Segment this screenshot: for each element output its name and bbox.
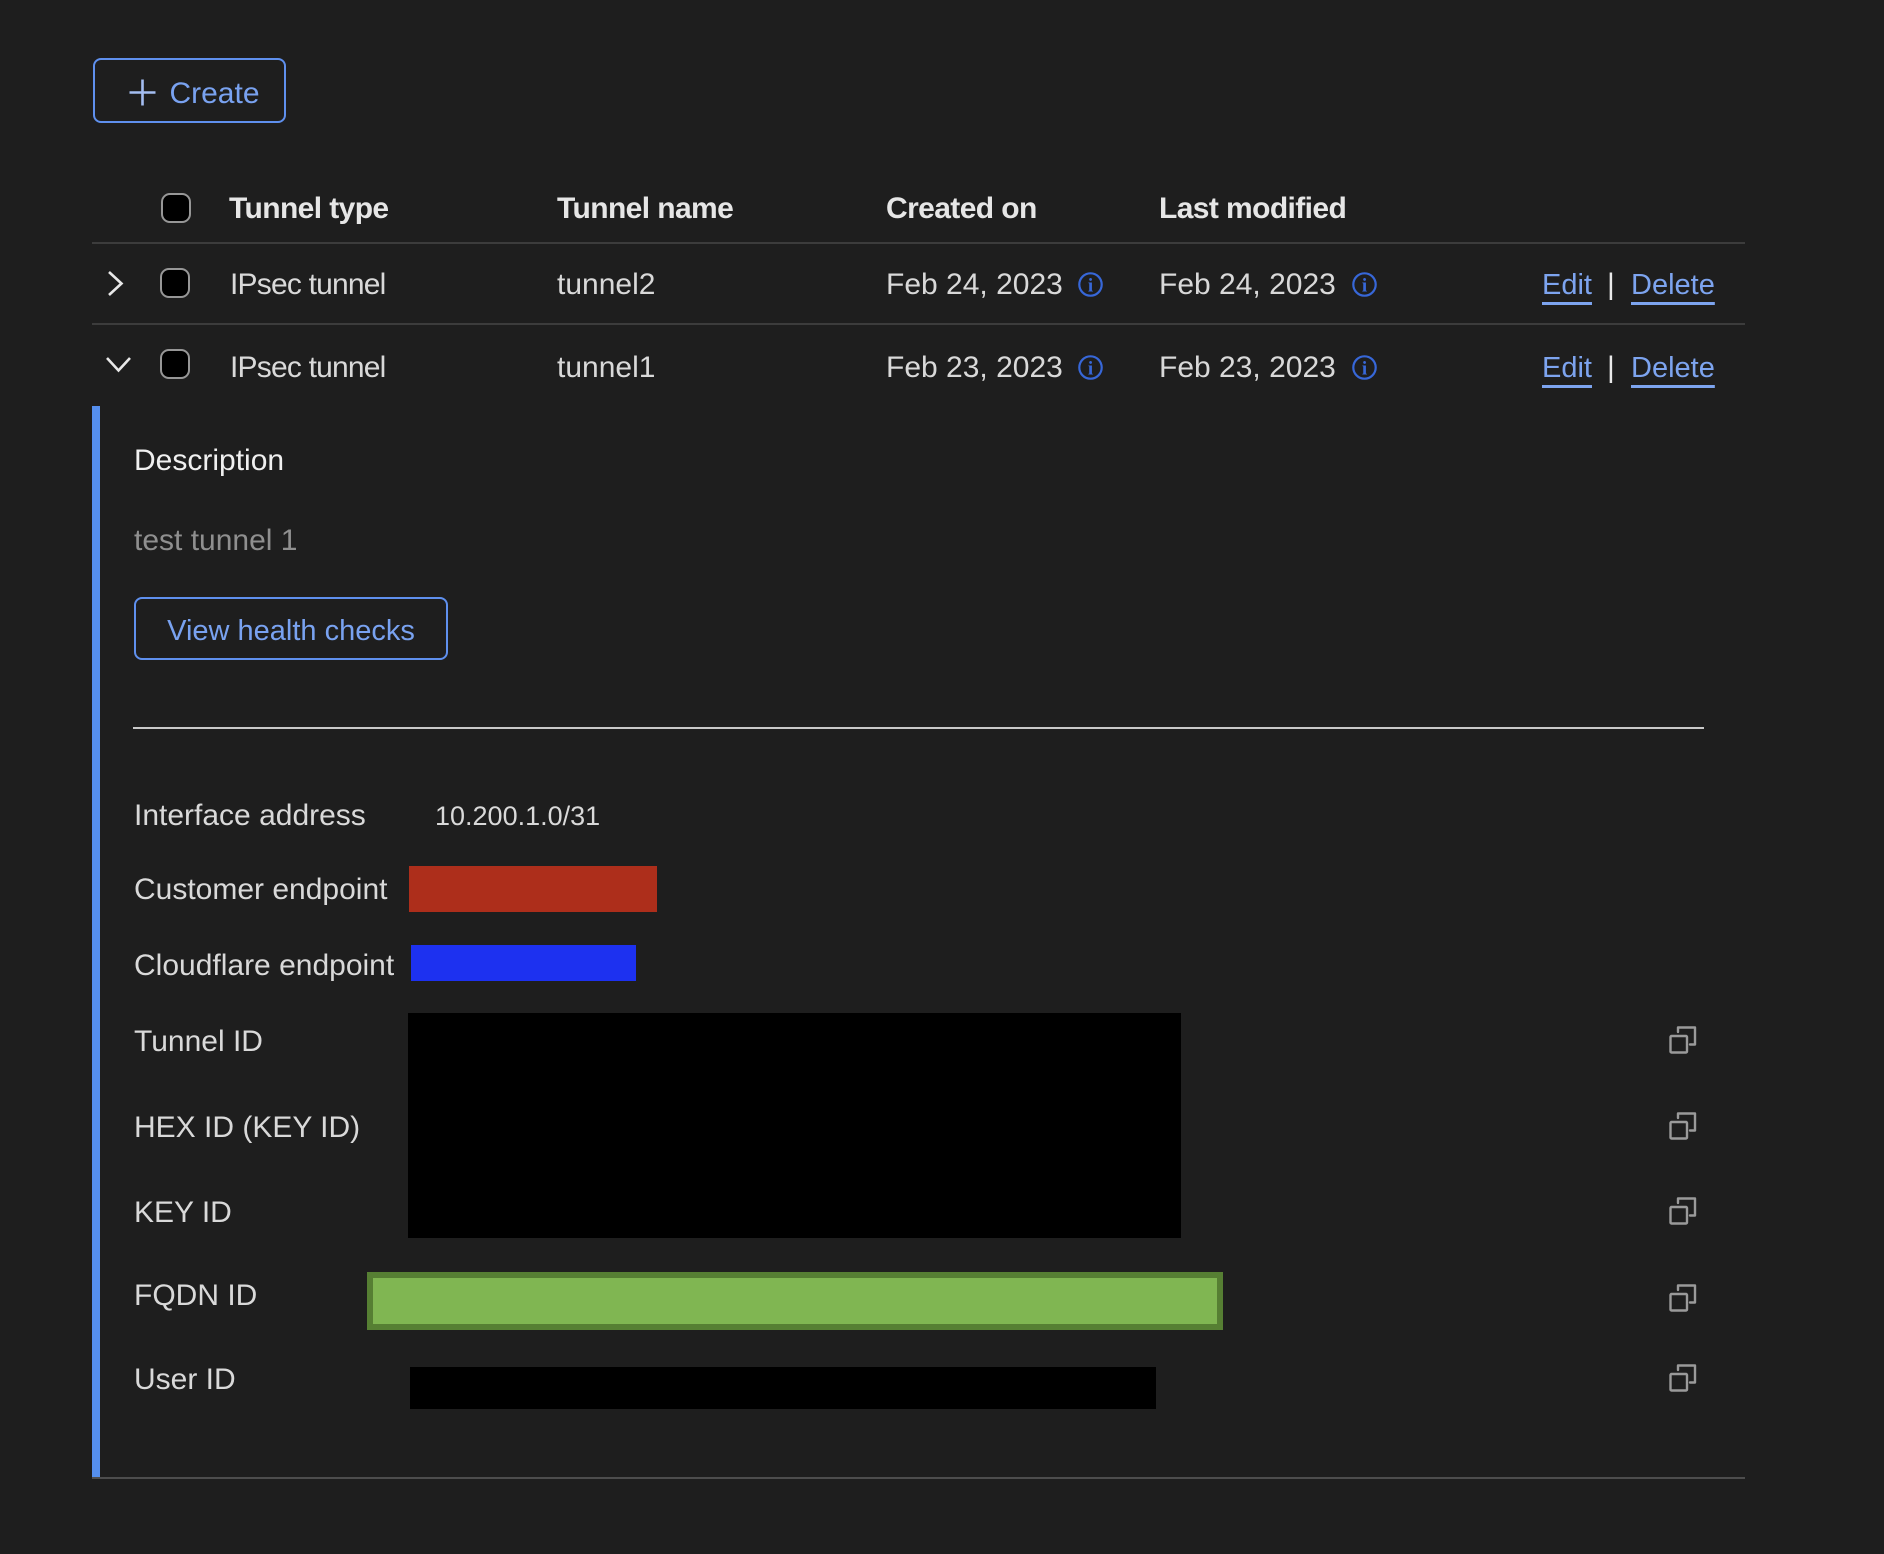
- svg-text:i: i: [1362, 359, 1367, 380]
- svg-text:i: i: [1088, 276, 1093, 297]
- svg-text:i: i: [1088, 359, 1093, 380]
- svg-text:i: i: [1362, 276, 1367, 297]
